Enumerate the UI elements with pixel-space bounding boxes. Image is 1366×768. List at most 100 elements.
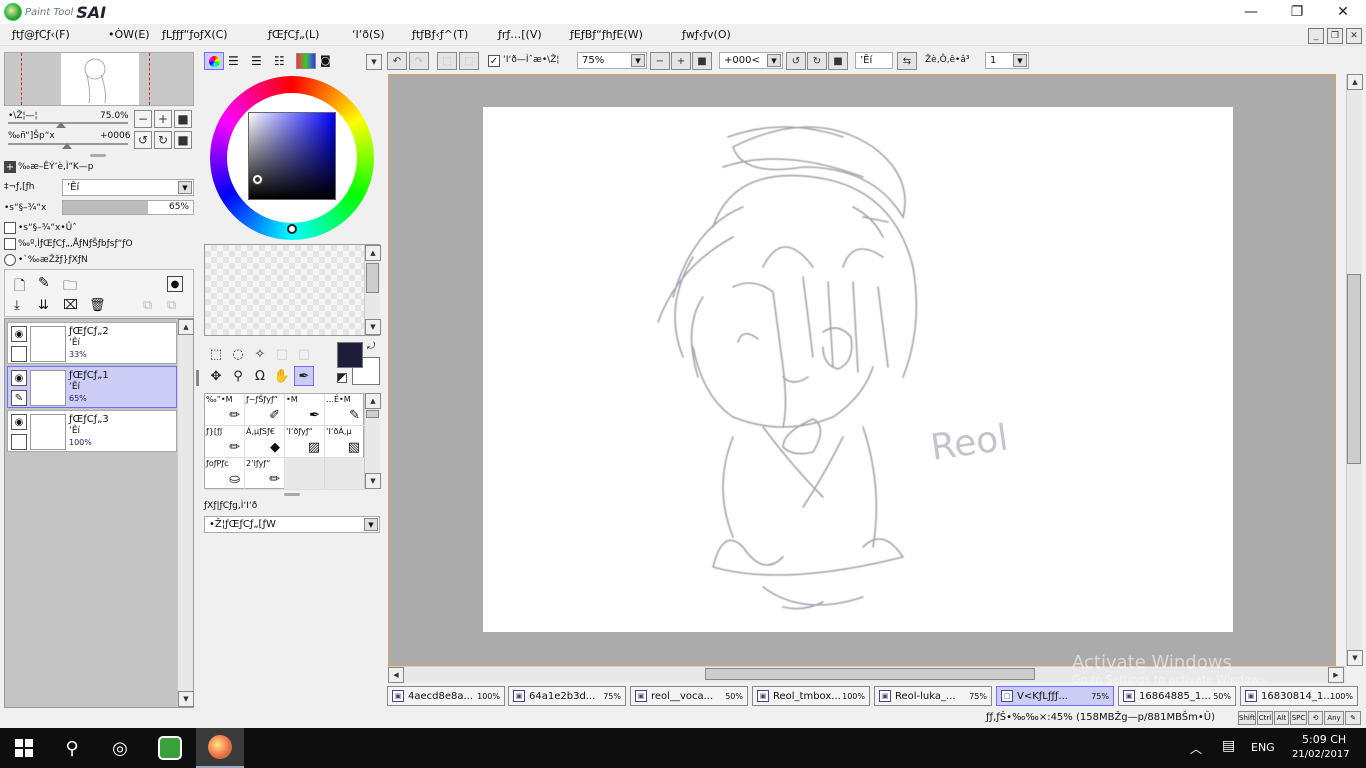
layer-list-scrollbar[interactable]: ▲ ▼ <box>177 319 194 707</box>
taskbar-sai-icon[interactable] <box>196 728 244 768</box>
plus-icon[interactable]: + <box>4 161 16 173</box>
brush-watercolor[interactable]: …Ê•M ✎ <box>325 394 365 426</box>
layer-mask-icon[interactable]: ● <box>167 276 183 292</box>
blend-display-select[interactable]: ’Êí <box>855 52 893 69</box>
redo-icon[interactable]: ↷ <box>409 52 429 70</box>
mdi-restore-button[interactable]: ❐ <box>1327 28 1343 44</box>
scroll-up-icon[interactable]: ▲ <box>365 245 381 261</box>
eye-icon[interactable]: ◉ <box>11 370 27 386</box>
menu-layer[interactable]: ƒŒƒCƒ„(L) <box>268 28 319 41</box>
rotate-right-icon[interactable]: ↻ <box>154 131 172 149</box>
brush-pen[interactable]: •M ✒ <box>285 394 325 426</box>
menu-canvas[interactable]: ƒLƒƒƒ“ƒoƒX(C) <box>162 28 228 41</box>
texture-select[interactable]: •Ž¦ƒŒƒCƒ„[ƒW ▼ <box>204 516 380 533</box>
merge-down-icon[interactable]: ⇊ <box>38 298 49 313</box>
brush-eraser[interactable]: Á‚µƒSƒ€ ◆ <box>245 426 285 458</box>
scroll-up-icon[interactable]: ▲ <box>178 319 194 335</box>
rotate-left-icon[interactable]: ↺ <box>786 52 806 70</box>
scroll-up-icon[interactable]: ▲ <box>365 393 381 409</box>
brush-grid-scrollbar[interactable]: ▲ ▼ <box>364 393 381 489</box>
eye-icon[interactable]: ◉ <box>11 414 27 430</box>
mask-radio[interactable] <box>4 254 16 266</box>
reset-colors-icon[interactable] <box>337 373 347 383</box>
flip-horizontal-icon[interactable]: ⇆ <box>897 52 917 70</box>
layer-row-selected[interactable]: ◉ ✎ ƒŒƒCƒ„1 ’Êí 65% <box>7 366 177 408</box>
scratchpad-area[interactable] <box>204 244 380 336</box>
panel-splitter[interactable] <box>90 154 106 157</box>
hue-cursor[interactable] <box>287 224 297 234</box>
menu-view[interactable]: ƒrƒ…[(V) <box>498 28 542 41</box>
windows-start-icon[interactable] <box>0 728 48 768</box>
close-button[interactable]: ✕ <box>1320 0 1366 24</box>
scrollbar-thumb[interactable] <box>1347 274 1361 464</box>
rotate-left-icon[interactable]: ↺ <box>134 131 152 149</box>
angle-select[interactable]: +000< ▼ <box>719 52 783 69</box>
clear-layer-icon[interactable]: ⌧ <box>63 298 78 313</box>
sv-cursor[interactable] <box>253 175 262 184</box>
hand-icon[interactable]: ✋ <box>272 366 292 386</box>
zoom-out-icon[interactable]: − <box>134 110 152 128</box>
stabilizer-select[interactable]: 1 ▼ <box>985 52 1029 69</box>
new-linework-layer-icon[interactable]: ✎ <box>38 275 50 291</box>
tray-chevron-up-icon[interactable]: ︿ <box>1190 740 1202 757</box>
menu-window[interactable]: ƒEƒBƒ“ƒhƒE(W) <box>570 28 643 41</box>
menu-filter[interactable]: ƒtƒBƒ‹ƒ^(T) <box>412 28 468 41</box>
zoom-slider[interactable] <box>8 122 128 124</box>
scroll-down-icon[interactable]: ▼ <box>365 319 381 335</box>
menu-edit[interactable]: •ÒW(E) <box>108 28 150 41</box>
scroll-down-icon[interactable]: ▼ <box>178 691 194 707</box>
pen-pressure-icon[interactable]: ✎ <box>1345 711 1361 725</box>
angle-slider-handle[interactable] <box>62 143 72 149</box>
brush-binary-pen[interactable]: 2’lƒyƒ“ ✏ <box>245 458 285 490</box>
doc-tab[interactable]: ▣ 16830814_1... 100% <box>1240 686 1358 706</box>
doc-tab[interactable]: ▣ Reol-luka_... 75% <box>874 686 992 706</box>
space-key-indicator[interactable]: SPC <box>1290 711 1307 725</box>
scrollbar-thumb[interactable] <box>366 263 379 293</box>
task-view-icon[interactable]: ◎ <box>96 728 144 768</box>
restore-button[interactable]: ❐ <box>1274 0 1320 24</box>
language-indicator[interactable]: ENG <box>1251 741 1275 754</box>
magic-wand-icon[interactable]: ✧ <box>250 344 270 364</box>
brush-marker[interactable]: ƒ}[ƒJ ✏ <box>205 426 245 458</box>
doc-tab[interactable]: ▣ 4aecd8e8a... 100% <box>387 686 505 706</box>
deselect-icon[interactable]: ⬚ <box>437 52 457 70</box>
zoom-slider-handle[interactable] <box>56 122 66 128</box>
ctrl-key-indicator[interactable]: Ctrl <box>1257 711 1273 725</box>
alt-key-indicator[interactable]: Alt <box>1274 711 1289 725</box>
zoom-out-icon[interactable]: − <box>650 52 670 70</box>
collapse-arrow-icon[interactable]: ▼ <box>366 54 382 70</box>
rotate-reset-icon[interactable]: ■ <box>828 52 848 70</box>
scroll-down-icon[interactable]: ▼ <box>365 473 381 489</box>
invert-selection-icon[interactable]: ⬚ <box>459 52 479 70</box>
scratchpad-scrollbar[interactable]: ▲ ▼ <box>364 245 381 335</box>
swap-colors-icon[interactable]: ⤾ <box>367 341 375 352</box>
clipping-checkbox[interactable] <box>4 238 16 250</box>
saturation-value-box[interactable] <box>248 112 336 200</box>
rotate-right-icon[interactable]: ↻ <box>807 52 827 70</box>
trash-icon[interactable]: 🗑 <box>89 298 106 313</box>
brush-edit-icon[interactable]: ✎ <box>11 390 27 406</box>
scroll-up-icon[interactable]: ▲ <box>1347 74 1363 90</box>
brush-empty-slot[interactable] <box>325 458 365 490</box>
menu-help[interactable]: ƒwƒ‹ƒv(O) <box>682 28 731 41</box>
scrollbar-thumb[interactable] <box>705 668 1035 680</box>
transfer-down-icon[interactable]: ⤓ <box>14 298 20 313</box>
zoom-reset-icon[interactable]: ■ <box>692 52 712 70</box>
undo-icon[interactable]: ↶ <box>387 52 407 70</box>
notification-icon[interactable]: ▤ <box>1222 738 1235 754</box>
zoom-in-icon[interactable]: + <box>154 110 172 128</box>
new-layer-icon[interactable]: 🗋 <box>14 275 25 299</box>
any-key-indicator[interactable]: Any <box>1324 711 1344 725</box>
navigator-preview[interactable] <box>4 52 194 106</box>
zoom-select[interactable]: 75% ▼ <box>577 52 647 69</box>
rect-select-icon[interactable]: ⬚ <box>206 344 226 364</box>
foreground-color-swatch[interactable] <box>337 342 363 368</box>
eye-icon[interactable]: ◉ <box>11 326 27 342</box>
opacity-slider[interactable]: 65% <box>62 200 194 215</box>
swatches-tab-icon[interactable] <box>296 53 316 69</box>
doc-tab-active[interactable]: ▢ V<KƒLƒƒƒ... 75% <box>996 686 1114 706</box>
clock-date[interactable]: 21/02/2017 <box>1292 749 1350 760</box>
hsv-slider-tab-icon[interactable]: ☰ <box>251 54 262 68</box>
zoom-in-icon[interactable]: + <box>671 52 691 70</box>
brush-pencil[interactable]: ‰”•M ✏ <box>205 394 245 426</box>
